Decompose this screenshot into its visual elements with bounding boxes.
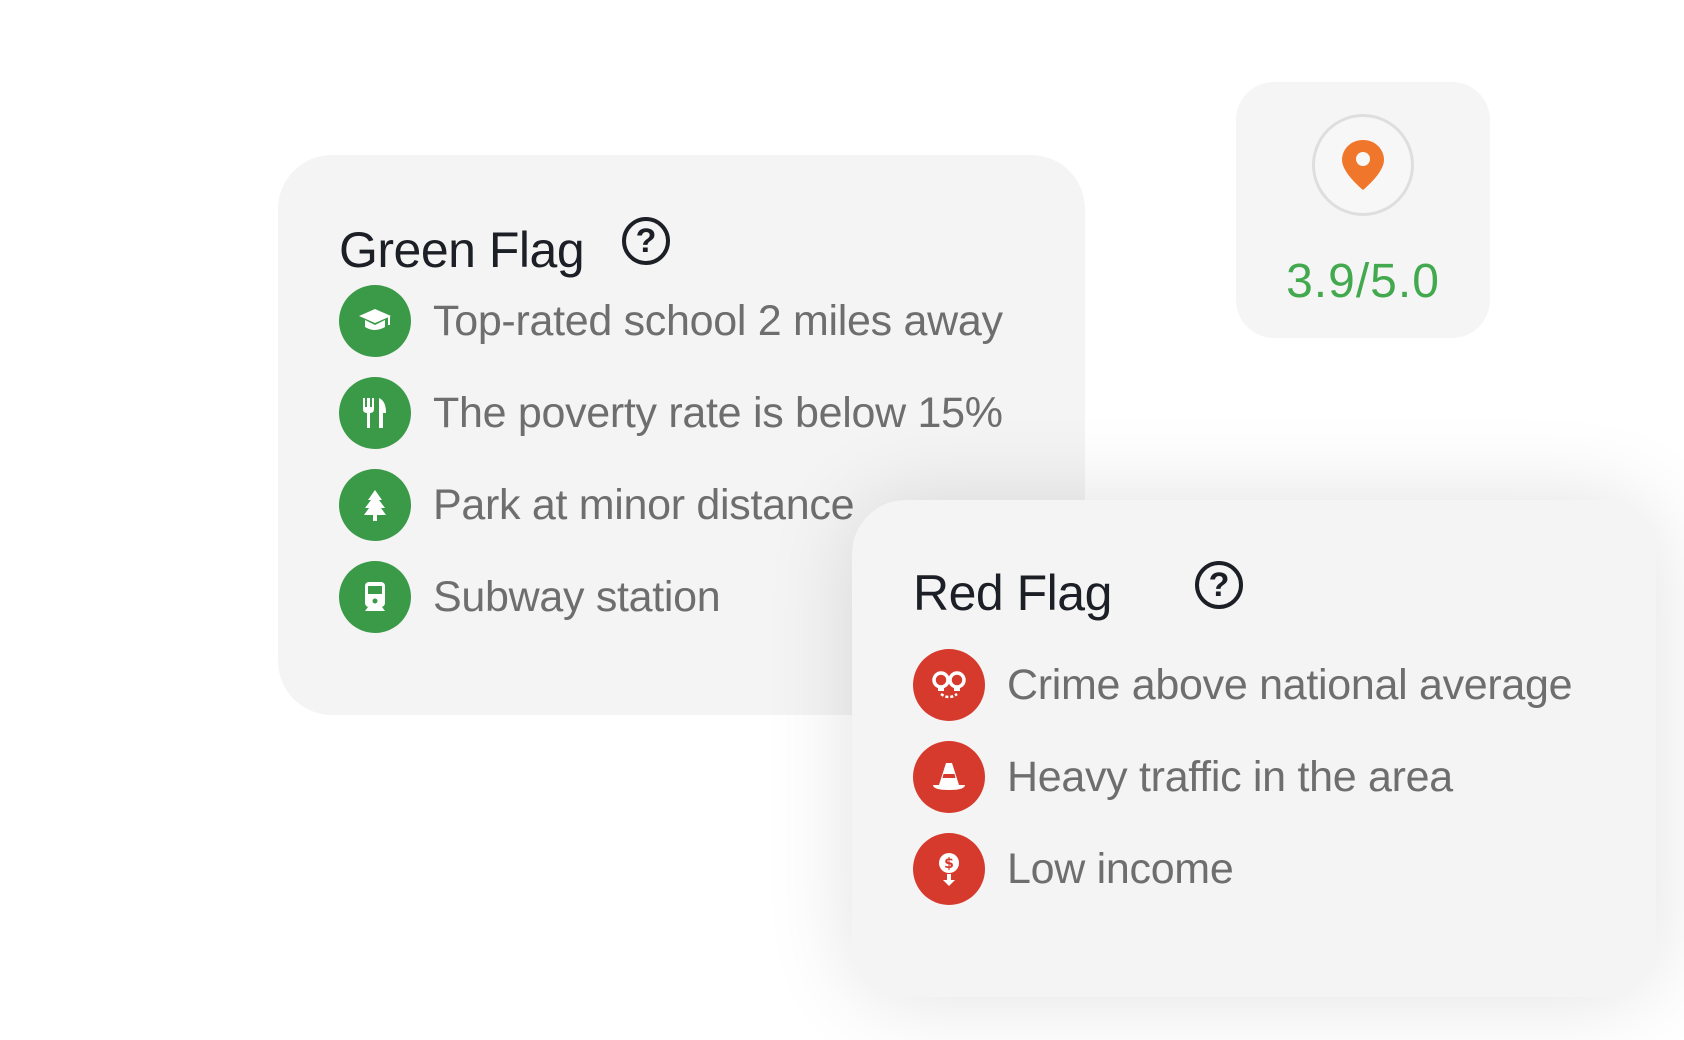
green-flag-item-label: Park at minor distance xyxy=(433,480,855,529)
question-icon[interactable]: ? xyxy=(622,217,670,265)
location-pin-badge xyxy=(1312,114,1414,216)
red-flag-item: $ Low income xyxy=(913,833,1234,905)
green-flag-item: Subway station xyxy=(339,561,721,633)
fork-knife-icon xyxy=(339,377,411,449)
income-down-icon: $ xyxy=(913,833,985,905)
svg-text:$: $ xyxy=(944,856,954,872)
rating-card: 3.9/5.0 xyxy=(1236,82,1490,338)
green-flag-item-label: Subway station xyxy=(433,572,721,621)
location-pin-icon xyxy=(1342,140,1384,190)
red-flag-item-label: Heavy traffic in the area xyxy=(1007,752,1453,801)
tree-icon xyxy=(339,469,411,541)
red-flag-card: Red Flag ? Crime above national average … xyxy=(852,500,1656,997)
green-flag-title: Green Flag xyxy=(339,222,585,278)
red-flag-item: Crime above national average xyxy=(913,649,1573,721)
green-flag-item-label: The poverty rate is below 15% xyxy=(433,388,1003,437)
train-icon xyxy=(339,561,411,633)
graduation-cap-icon xyxy=(339,285,411,357)
question-icon[interactable]: ? xyxy=(1195,561,1243,609)
rating-score: 3.9/5.0 xyxy=(1286,255,1440,308)
traffic-cone-icon xyxy=(913,741,985,813)
red-flag-item: Heavy traffic in the area xyxy=(913,741,1453,813)
green-flag-item: Park at minor distance xyxy=(339,469,855,541)
green-flag-item: The poverty rate is below 15% xyxy=(339,377,1003,449)
red-flag-item-label: Low income xyxy=(1007,844,1234,893)
green-flag-item-label: Top-rated school 2 miles away xyxy=(433,296,1003,345)
red-flag-item-label: Crime above national average xyxy=(1007,660,1573,709)
red-flag-title: Red Flag xyxy=(913,565,1112,621)
handcuffs-icon xyxy=(913,649,985,721)
green-flag-item: Top-rated school 2 miles away xyxy=(339,285,1003,357)
